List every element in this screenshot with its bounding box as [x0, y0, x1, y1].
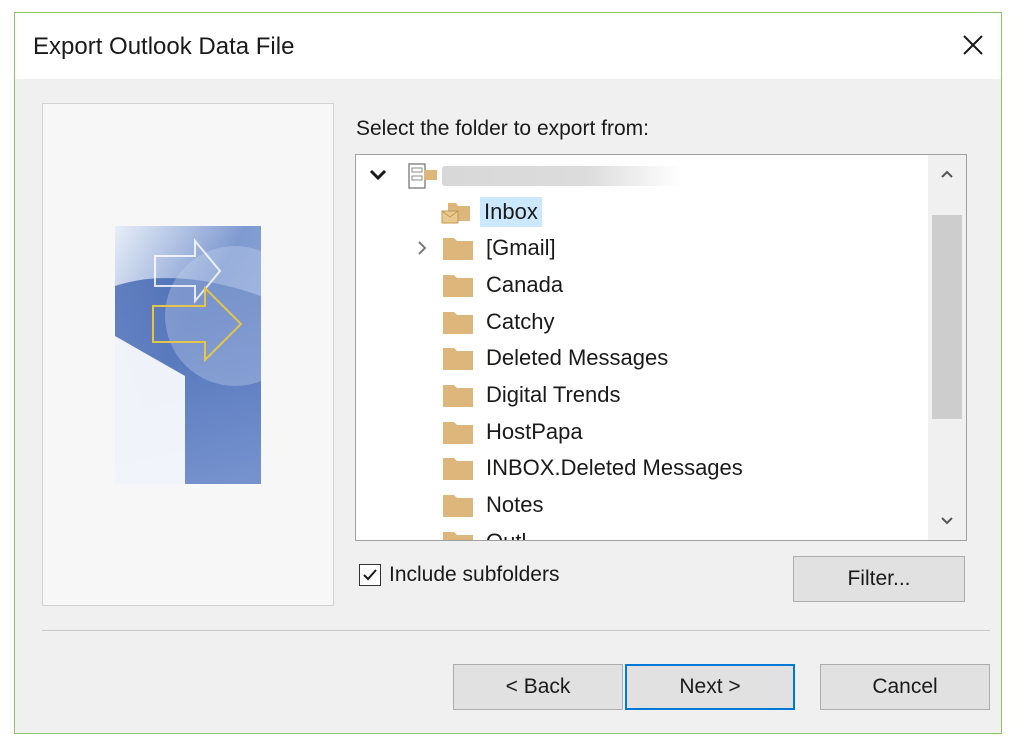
tree-item-label: Digital Trends [486, 382, 621, 407]
tree-content: Inbox [Gmail] Canada Catchy Deleted Mess… [356, 155, 928, 540]
tree-item-label: Catchy [486, 309, 555, 334]
back-button[interactable]: < Back [453, 664, 623, 710]
chevron-down-icon [941, 517, 953, 525]
folder-icon [443, 422, 473, 444]
tree-item-notes[interactable]: Notes [442, 488, 547, 522]
tree-item-inbox[interactable]: Inbox [440, 195, 542, 229]
tree-item-label: Inbox [480, 197, 542, 227]
inbox-icon [441, 203, 470, 224]
gmail-expand-toggle[interactable] [412, 238, 432, 258]
folder-icon [443, 312, 473, 334]
wizard-image-panel [42, 103, 334, 606]
folder-tree[interactable]: Inbox [Gmail] Canada Catchy Deleted Mess… [355, 154, 967, 541]
cancel-button[interactable]: Cancel [820, 664, 990, 710]
include-subfolders-label: Include subfolders [389, 563, 560, 586]
include-subfolders-checkbox[interactable] [359, 564, 381, 586]
scroll-up-button[interactable] [928, 155, 966, 193]
tree-item-label: HostPapa [486, 419, 583, 444]
tree-item-deleted-messages[interactable]: Deleted Messages [442, 341, 672, 375]
scrollbar-thumb[interactable] [932, 215, 962, 419]
close-icon [963, 35, 983, 55]
export-dialog: Export Outlook Data File Select the fold… [14, 12, 1002, 734]
folder-icon [443, 238, 473, 260]
account-name-redacted [442, 166, 682, 186]
title-bar: Export Outlook Data File [15, 13, 1001, 79]
tree-item-catchy[interactable]: Catchy [442, 305, 558, 339]
scroll-down-button[interactable] [928, 502, 966, 540]
close-button[interactable] [951, 25, 995, 65]
tree-item-digital-trends[interactable]: Digital Trends [442, 378, 625, 412]
chevron-down-icon [369, 169, 387, 181]
account-row[interactable] [408, 159, 682, 193]
separator [42, 630, 990, 631]
checkmark-icon [363, 569, 377, 581]
dialog-title: Export Outlook Data File [33, 33, 295, 60]
chevron-up-icon [941, 170, 953, 178]
tree-item-canada[interactable]: Canada [442, 268, 567, 302]
tree-item-gmail[interactable]: [Gmail] [442, 231, 560, 265]
tree-item-hostpapa[interactable]: HostPapa [442, 415, 587, 449]
folder-prompt: Select the folder to export from: [356, 117, 649, 140]
vertical-scrollbar[interactable] [928, 155, 966, 540]
folder-icon [443, 385, 473, 407]
next-button[interactable]: Next > [625, 664, 795, 710]
export-wizard-graphic [115, 226, 261, 484]
filter-button[interactable]: Filter... [793, 556, 965, 602]
folder-icon [443, 458, 473, 480]
tree-item-label: [Gmail] [486, 235, 556, 260]
tree-item-label: Canada [486, 272, 564, 297]
include-subfolders-option[interactable]: Include subfolders [359, 563, 559, 587]
account-expand-toggle[interactable] [368, 165, 388, 185]
tree-item-label: INBOX.Deleted Messages [486, 455, 743, 480]
tree-item-label: Notes [486, 492, 544, 517]
tree-item-inbox-deleted-messages[interactable]: INBOX.Deleted Messages [442, 451, 747, 485]
folder-icon [443, 348, 473, 370]
folder-icon [443, 275, 473, 297]
folder-icon [443, 495, 473, 517]
folder-icon [443, 532, 473, 540]
chevron-right-icon [418, 241, 427, 255]
tree-item-outlook-partial[interactable]: Outl... [442, 525, 549, 540]
tree-item-label: Outl... [482, 527, 549, 540]
mailbox-icon [408, 163, 437, 189]
tree-item-label: Deleted Messages [486, 345, 669, 370]
